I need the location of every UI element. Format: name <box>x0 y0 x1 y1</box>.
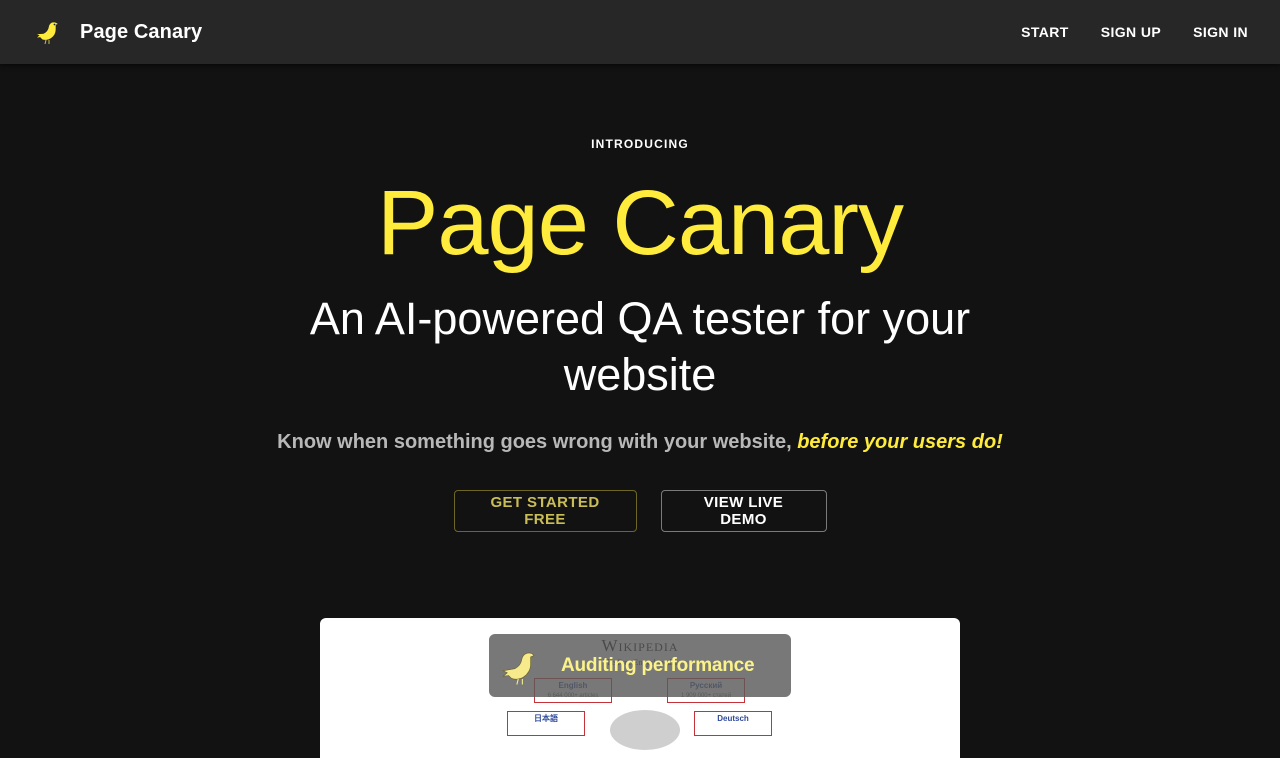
top-navbar: Page Canary START SIGN UP SIGN IN <box>0 0 1280 64</box>
preview-language-box: Deutsch <box>694 711 772 736</box>
nav-sign-in-link[interactable]: SIGN IN <box>1177 14 1264 50</box>
tagline-text: Know when something goes wrong with your… <box>277 431 792 453</box>
hero-tagline: Know when something goes wrong with your… <box>0 431 1280 454</box>
canary-bird-icon <box>502 652 535 685</box>
demo-preview-card: Wikipedia The Free Encyclopedia English … <box>320 618 960 758</box>
tagline-emphasis: before your users do! <box>797 431 1003 453</box>
hero-subtitle: An AI-powered QA tester for your website <box>309 293 971 400</box>
hero-section: INTRODUCING Page Canary An AI-powered QA… <box>0 64 1280 532</box>
cta-row: GET STARTED FREE VIEW LIVE DEMO <box>0 490 1280 532</box>
nav-start-link[interactable]: START <box>1005 14 1085 50</box>
wikipedia-globe-icon <box>610 710 680 750</box>
language-name: 日本語 <box>534 714 558 723</box>
preview-language-box: 日本語 <box>507 711 585 736</box>
brand-name: Page Canary <box>80 20 203 43</box>
language-name: Deutsch <box>717 714 749 723</box>
get-started-free-button[interactable]: GET STARTED FREE <box>453 490 637 532</box>
nav-sign-up-link[interactable]: SIGN UP <box>1085 14 1177 50</box>
view-live-demo-button[interactable]: VIEW LIVE DEMO <box>660 490 827 532</box>
overlay-status-text: Auditing performance <box>561 655 755 676</box>
hero-eyebrow: INTRODUCING <box>591 137 689 151</box>
hero-title: Page Canary <box>377 172 904 274</box>
brand-home-link[interactable]: Page Canary <box>32 16 202 48</box>
nav-links: START SIGN UP SIGN IN <box>1005 14 1264 50</box>
auditing-overlay: Auditing performance <box>489 634 791 697</box>
canary-bird-icon <box>34 21 60 45</box>
